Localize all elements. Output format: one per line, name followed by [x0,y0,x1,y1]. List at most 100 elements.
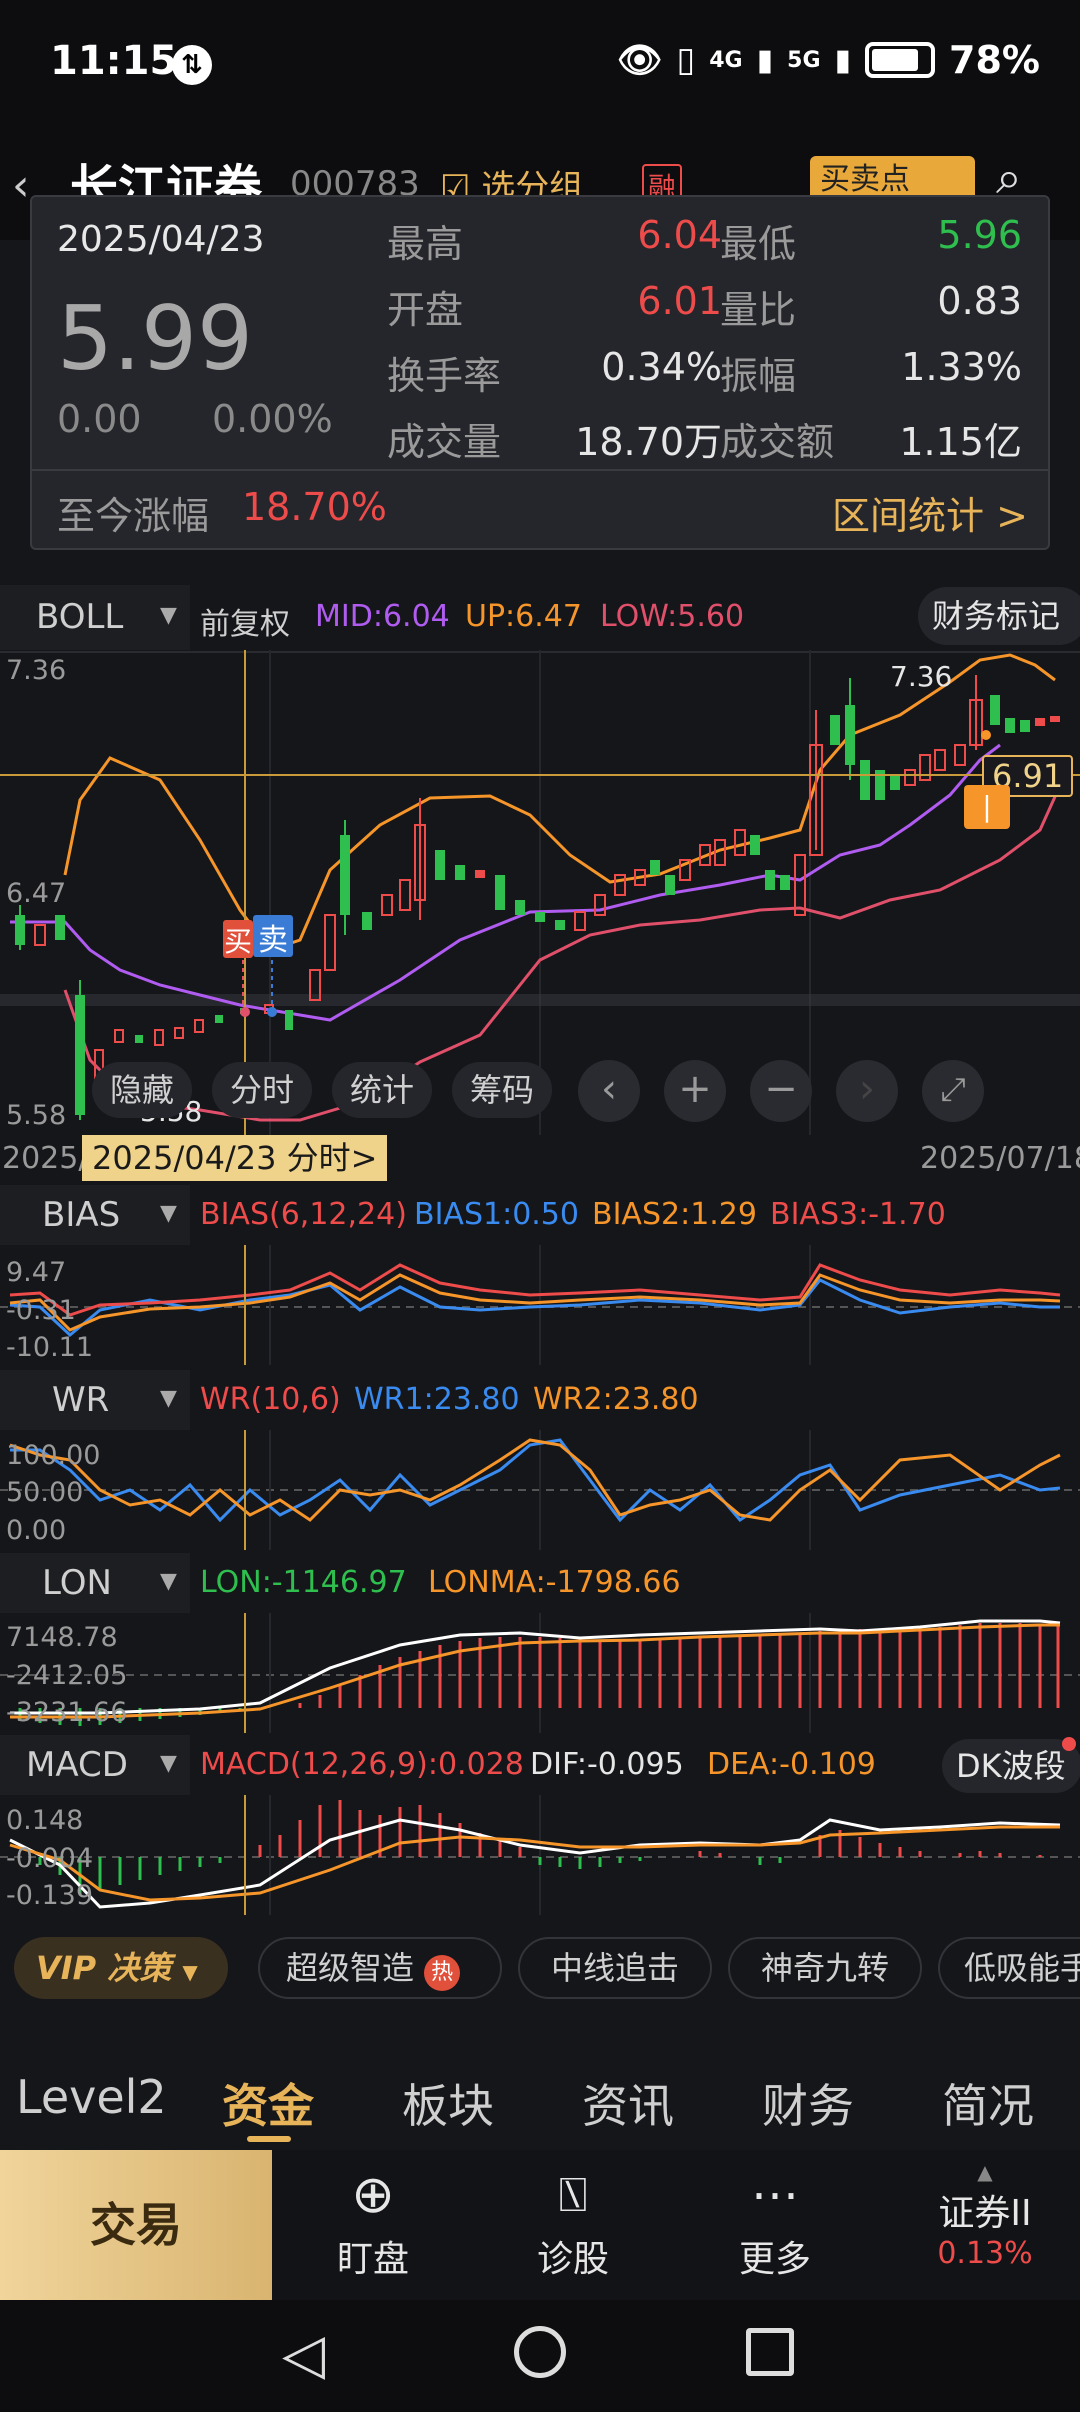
status-bar: 11:15 ⇅ 👁 ▯ 4G ▮ 5G ▮ 78% [0,0,1080,130]
notification-dot [1062,1737,1076,1751]
adjust-label[interactable]: 前复权 [200,599,290,643]
boll-name: BOLL [36,597,124,637]
index-ticker[interactable]: ▲ 证券II 0.13% [890,2160,1080,2290]
macd-chart [0,1795,1080,1915]
signal-icon: ▮ [834,42,852,78]
dropdown-icon: ▼ [160,1751,177,1776]
status-time: 11:15 [50,38,178,84]
macd-params: MACD(12,26,9):0.028 [200,1747,524,1782]
since-label: 至今涨幅 [57,494,210,538]
dropdown-icon: ▼ [160,1386,177,1411]
target-icon: ⊕ [351,2165,395,2225]
macd-dea: DEA:-0.109 [707,1747,876,1782]
finance-marker-button[interactable]: 财务标记 [918,587,1080,645]
selected-date-intraday[interactable]: 2025/04/23 分时> [82,1135,388,1181]
prev-icon[interactable]: ‹ [578,1060,640,1122]
tool-chip-nine-turn[interactable]: 神奇九转 [728,1937,922,1999]
sell-marker: 卖 [253,915,293,958]
tab-level2[interactable]: Level2 [16,2070,167,2124]
more-button[interactable]: ⋯ 更多 [690,2160,860,2282]
wr-y-mid: 50.00 [6,1477,84,1508]
back-nav-icon[interactable]: ◁ [282,2322,325,2387]
macd-dif: DIF:-0.095 [530,1747,684,1782]
macd-name: MACD [26,1745,128,1785]
tab-active-indicator [247,2136,291,2142]
lon-y-top: 7148.78 [6,1622,118,1653]
intraday-chip[interactable]: 分时 [212,1062,312,1118]
tab-sector[interactable]: 板块 [402,2070,494,2136]
vibrate-icon: ▯ [676,40,696,80]
pulse-chart-icon: ⍂ [558,2167,588,2223]
tool-chip-low-buy[interactable]: 低吸能手 [938,1937,1080,1999]
dk-band-button[interactable]: DK波段 [942,1739,1080,1793]
detail-tabs: Level2 资金 板块 资讯 财务 简况 [0,2040,1080,2150]
wr-selector[interactable]: WR ▼ [0,1370,190,1430]
tab-capital[interactable]: 资金 [222,2070,314,2136]
tool-chip-super-smart[interactable]: 超级智造 热 [258,1937,502,1999]
index-change: 0.13% [937,2236,1033,2271]
lon-header: LON ▼ LON:-1146.97 LONMA:-1798.66 [0,1553,1080,1613]
wr2: WR2:23.80 [533,1382,699,1417]
index-name: 证券II [938,2193,1032,2234]
boll-y-top: 7.36 [6,655,67,686]
date-right: 2025/07/18 [920,1141,1080,1176]
watch-button[interactable]: ⊕ 盯盘 [288,2160,458,2282]
tab-news[interactable]: 资讯 [582,2070,674,2136]
chips-distribution-chip[interactable]: 筹码 [452,1062,552,1118]
tab-profile[interactable]: 简况 [942,2070,1034,2136]
back-icon[interactable]: ‹ [12,160,30,211]
boll-selector[interactable]: BOLL ▼ [0,585,190,650]
tool-strip: VIP 决策 ▼ 超级智造 热 中线追击 神奇九转 低吸能手 [0,1925,1080,2025]
bias3: BIAS3:-1.70 [770,1197,946,1232]
tooltip-change: 0.00 [57,397,142,441]
macd-y-top: 0.148 [6,1805,84,1836]
turnover-value: 0.34% [601,345,722,389]
wr1: WR1:23.80 [354,1382,520,1417]
boll-mid: MID:6.04 [315,599,450,634]
zoom-in-icon[interactable]: + [664,1060,726,1122]
event-marker-icon: | [964,785,1010,829]
status-icons: 👁 ▯ 4G ▮ 5G ▮ 78% [617,38,1040,82]
volume-ratio-value: 0.83 [937,279,1022,323]
fullscreen-icon[interactable]: ⤢ [922,1060,984,1122]
amount-label: 成交额 [720,420,835,464]
date-axis: 2025/ 2025/04/23 分时> 2025/07/18 [0,1135,1080,1185]
more-dots-icon: ⋯ [751,2167,799,2223]
recent-apps-icon[interactable] [746,2328,794,2376]
stats-chip[interactable]: 统计 [332,1062,432,1118]
notification-icon: ⇅ [172,45,212,85]
amplitude-value: 1.33% [901,345,1022,389]
diagnose-button[interactable]: ⍂ 诊股 [488,2160,658,2282]
dropdown-icon: ▼ [160,1201,177,1226]
boll-y-mid: 6.47 [6,878,67,909]
signal-icon: ▮ [756,42,774,78]
tab-finance[interactable]: 财务 [762,2070,854,2136]
vip-decision-button[interactable]: VIP 决策 ▼ [14,1937,228,1999]
wr-y-bot: 0.00 [6,1515,67,1546]
bias-params: BIAS(6,12,24) [200,1197,407,1232]
bias-chart [0,1245,1080,1365]
network-4g: 4G [709,47,743,73]
macd-selector[interactable]: MACD ▼ [0,1735,190,1795]
high-marker: 7.36 [890,660,953,693]
high-label: 最高 [387,222,464,266]
dropdown-icon: ▼ [182,1960,198,1984]
trade-button[interactable]: 交易 [0,2150,272,2300]
bias-y-top: 9.47 [6,1257,67,1288]
wr-header: WR ▼ WR(10,6) WR1:23.80 WR2:23.80 [0,1370,1080,1430]
volume-label: 成交量 [387,420,502,464]
interval-stats-link[interactable]: 区间统计 > [832,485,1028,540]
high-value: 6.04 [637,213,722,257]
wr-name: WR [52,1380,110,1420]
hide-chip[interactable]: 隐藏 [92,1062,192,1118]
bias-selector[interactable]: BIAS ▼ [0,1185,190,1245]
battery-level: 78% [949,38,1040,82]
tooltip-price: 5.99 [57,287,253,390]
boll-header: BOLL ▼ 前复权 MID:6.04 UP:6.47 LOW:5.60 财务标… [0,585,1080,650]
zoom-out-icon[interactable]: − [750,1060,812,1122]
next-icon[interactable]: › [836,1060,898,1122]
tool-chip-midline[interactable]: 中线追击 [518,1937,712,1999]
home-nav-icon[interactable] [514,2326,566,2378]
lon-selector[interactable]: LON ▼ [0,1553,190,1613]
boll-y-bot: 5.58 [6,1100,67,1131]
